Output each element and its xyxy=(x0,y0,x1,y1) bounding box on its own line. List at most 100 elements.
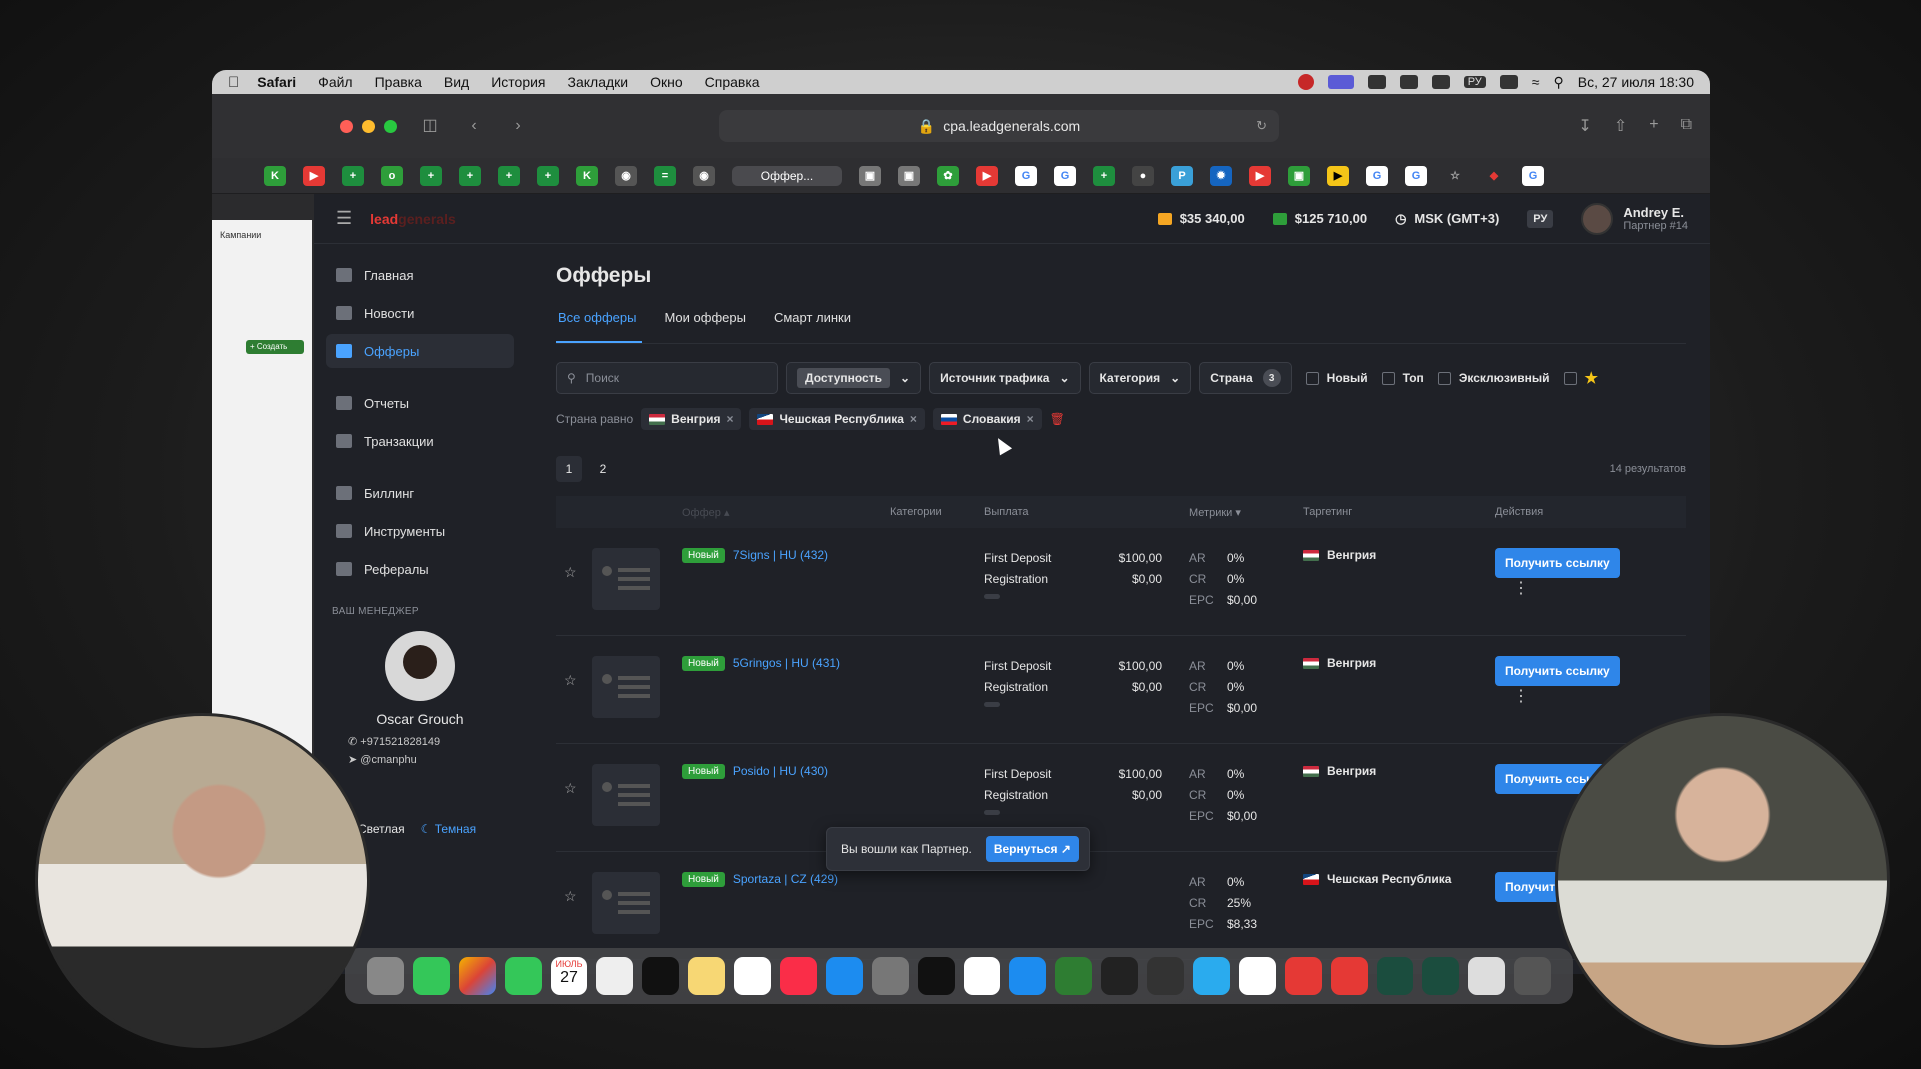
pinned-tab-icon[interactable]: ✹ xyxy=(1210,165,1232,186)
sidebar-item-transactions[interactable]: Транзакции xyxy=(326,424,514,458)
pinned-tab-icon[interactable]: K xyxy=(576,165,598,186)
tray-app-icon[interactable] xyxy=(1367,75,1386,89)
close-icon[interactable]: × xyxy=(910,412,917,426)
settings-icon[interactable] xyxy=(871,957,909,995)
menu-help[interactable]: Справка xyxy=(705,74,760,90)
offer-link[interactable]: Sportaza | CZ (429) xyxy=(733,872,838,886)
sidebar-item-offers[interactable]: Офферы xyxy=(326,334,514,368)
tab-my-offers[interactable]: Мои офферы xyxy=(662,310,748,343)
theme-dark-option[interactable]: ☾ Темная xyxy=(421,822,476,836)
calendar-icon[interactable]: ИЮЛЬ 27 xyxy=(550,957,588,995)
downloads-stack-icon[interactable] xyxy=(1514,957,1552,995)
wifi-icon[interactable]: ≈ xyxy=(1532,74,1540,90)
anydesk-icon[interactable] xyxy=(1330,957,1368,995)
chatgpt-icon[interactable]: ◉ xyxy=(615,165,637,186)
sheets-icon[interactable]: + xyxy=(537,165,559,186)
forward-icon[interactable]: › xyxy=(507,117,529,135)
address-bar[interactable]: 🔒 cpa.leadgenerals.com ↻ xyxy=(719,110,1279,142)
sidebar-item-referrals[interactable]: Рефералы xyxy=(326,552,514,586)
availability-select[interactable]: Доступность ⌄ xyxy=(786,362,922,394)
star-icon[interactable]: ☆ xyxy=(556,548,592,581)
menu-window[interactable]: Окно xyxy=(650,74,683,90)
top-checkbox[interactable]: Топ xyxy=(1381,371,1424,385)
tab-all-offers[interactable]: Все офферы xyxy=(556,310,643,343)
sidebar-item-tools[interactable]: Инструменты xyxy=(326,514,514,548)
active-tab[interactable]: Оффер... xyxy=(732,165,842,186)
col-metrics[interactable]: Метрики ▾ xyxy=(1189,506,1303,519)
pinned-tab-icon[interactable]: o xyxy=(381,165,403,186)
finder-icon[interactable] xyxy=(367,957,404,995)
app-icon[interactable] xyxy=(1376,957,1414,995)
facetime-icon[interactable] xyxy=(504,957,542,995)
ghost-create-button[interactable]: + Создать xyxy=(246,340,304,354)
traffic-source-select[interactable]: Источник трафика ⌄ xyxy=(929,362,1081,394)
pinned-tab-icon[interactable]: P xyxy=(1171,165,1193,186)
logo[interactable]: leadgenerals xyxy=(370,211,456,227)
record-icon[interactable] xyxy=(1297,74,1314,90)
kebab-menu-icon[interactable]: ⋮ xyxy=(1513,574,1529,597)
menu-view[interactable]: Вид xyxy=(444,74,469,90)
google-icon[interactable]: G xyxy=(1522,165,1544,186)
battery-icon[interactable] xyxy=(1499,75,1518,89)
trash-icon[interactable]: 🗑 xyxy=(1050,412,1065,426)
pinned-tab-icon[interactable]: ◆ xyxy=(1483,166,1505,186)
kebab-menu-icon[interactable]: ⋮ xyxy=(1513,682,1529,705)
new-checkbox[interactable]: Новый xyxy=(1305,371,1368,385)
pinned-tab-icon[interactable]: ▶ xyxy=(1327,165,1349,186)
youtube-icon[interactable]: ▶ xyxy=(1249,165,1271,186)
stats-icon[interactable] xyxy=(1399,75,1418,89)
new-tab-icon[interactable]: + xyxy=(1649,116,1658,136)
offer-link[interactable]: 5Gringos | HU (431) xyxy=(733,656,840,670)
youtube-icon[interactable]: ▶ xyxy=(976,165,998,186)
google-icon[interactable]: G xyxy=(1405,165,1427,186)
star-icon[interactable]: ☆ xyxy=(556,872,592,905)
google-icon[interactable]: G xyxy=(1054,165,1076,186)
downloads-icon[interactable]: ↧ xyxy=(1578,116,1591,136)
pinned-tab-icon[interactable]: ▣ xyxy=(859,165,881,186)
volume-icon[interactable] xyxy=(1431,75,1450,89)
tab-smart-links[interactable]: Смарт линки xyxy=(772,310,853,343)
app-icon[interactable] xyxy=(1055,957,1093,995)
sidebar-toggle-icon[interactable]: ◫ xyxy=(419,117,441,135)
more-dots-icon[interactable] xyxy=(984,810,1000,815)
country-select[interactable]: Страна 3 xyxy=(1199,362,1292,394)
pinned-tab-icon[interactable]: ▣ xyxy=(898,165,920,186)
favorite-checkbox[interactable]: ★ xyxy=(1563,369,1598,387)
theme-light-option[interactable]: Светлая xyxy=(358,822,405,836)
sidebar-item-home[interactable]: Главная xyxy=(326,258,514,292)
return-button[interactable]: Вернуться ↗ xyxy=(985,836,1079,862)
reload-icon[interactable]: ↻ xyxy=(1256,118,1267,134)
page-1[interactable]: 1 xyxy=(556,456,582,482)
screen-share-icon[interactable] xyxy=(1327,75,1354,89)
notes-icon[interactable] xyxy=(688,957,726,995)
offer-link[interactable]: Posido | HU (430) xyxy=(733,764,828,778)
more-dots-icon[interactable] xyxy=(984,594,1000,599)
sheets-icon[interactable]: + xyxy=(459,165,481,186)
stats-app-icon[interactable] xyxy=(1238,957,1276,995)
menu-icon[interactable]: ☰ xyxy=(336,208,352,229)
exclusive-checkbox[interactable]: Эксклюзивный xyxy=(1437,371,1550,385)
menubar-datetime[interactable]: Вс, 27 июля 18:30 xyxy=(1578,74,1694,90)
pinned-tab-icon[interactable]: ● xyxy=(1132,165,1154,186)
menu-edit[interactable]: Правка xyxy=(375,74,422,90)
offer-link[interactable]: 7Signs | HU (432) xyxy=(733,548,828,562)
manager-telegram[interactable]: ➤ @cmanphu xyxy=(326,753,514,766)
menu-history[interactable]: История xyxy=(491,74,545,90)
telegram-icon[interactable] xyxy=(1193,957,1230,995)
appstore-icon[interactable] xyxy=(825,957,863,995)
sidebar-item-news[interactable]: Новости xyxy=(326,296,514,330)
sheets-icon[interactable]: + xyxy=(420,165,442,186)
google-icon[interactable]: G xyxy=(1015,165,1037,186)
star-icon[interactable]: ☆ xyxy=(556,764,592,797)
google-icon[interactable]: G xyxy=(1366,165,1388,186)
apple-icon[interactable]:  xyxy=(228,74,239,91)
tab-overview-icon[interactable]: ⧉ xyxy=(1681,116,1692,136)
obs-icon[interactable] xyxy=(1101,957,1139,995)
sheets-icon[interactable]: + xyxy=(498,165,520,186)
close-icon[interactable]: × xyxy=(726,412,733,426)
back-icon[interactable]: ‹ xyxy=(463,117,485,135)
input-source[interactable]: РУ xyxy=(1463,76,1486,88)
app-icon[interactable] xyxy=(1422,957,1460,995)
menu-app-name[interactable]: Safari xyxy=(257,74,296,90)
chatgpt-icon[interactable] xyxy=(642,957,680,995)
